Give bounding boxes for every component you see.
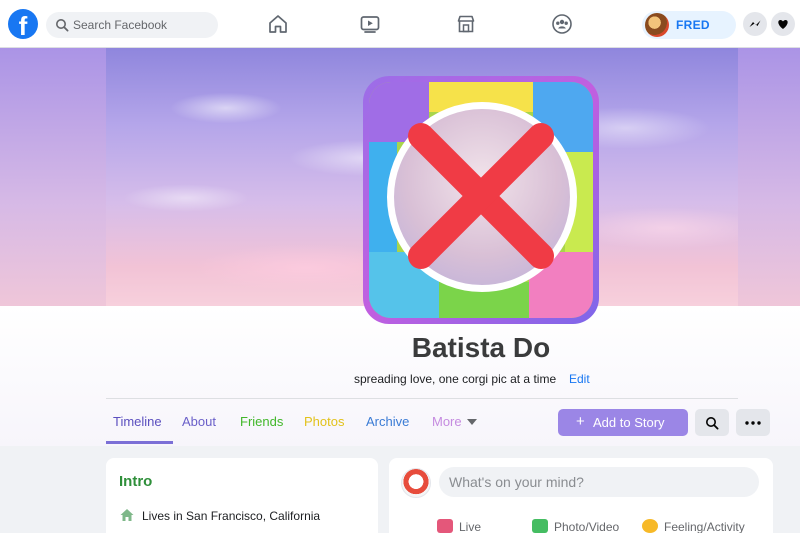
feeling-activity-label: Feeling/Activity [664,520,745,533]
search-input[interactable] [73,12,213,38]
profile-shortcut[interactable]: FRED [642,11,736,39]
tab-friends[interactable]: Friends [240,414,283,429]
avatar[interactable] [401,468,431,498]
profile-bio: spreading love, one corgi pic at a time [354,372,557,386]
add-to-story-button[interactable]: + Add to Story [558,409,688,436]
tab-timeline[interactable]: Timeline [113,414,162,429]
add-to-story-label: Add to Story [593,415,665,430]
profile-picture[interactable] [363,76,599,324]
plus-icon: + [576,413,585,430]
intro-card: Intro Lives in San Francisco, California [106,458,378,533]
divider [106,398,738,399]
watch-icon[interactable] [358,12,382,36]
close-x-icon [408,123,554,269]
home-icon[interactable] [266,12,290,36]
heart-icon [778,20,788,29]
tab-more[interactable]: More [432,414,462,429]
tab-about[interactable]: About [182,414,216,429]
edit-bio-link[interactable]: Edit [569,372,590,386]
intro-location: Lives in San Francisco, California [142,509,321,523]
more-options-button[interactable] [736,409,770,436]
facebook-logo[interactable]: f [8,9,38,39]
tab-archive[interactable]: Archive [366,414,409,429]
active-tab-indicator [106,441,173,444]
live-video-icon [437,519,453,533]
groups-icon[interactable] [550,12,574,36]
photo-icon [532,519,548,533]
avatar [645,13,669,37]
chevron-down-icon[interactable] [467,419,477,425]
cover-backdrop-left [0,48,106,306]
ellipsis-icon [745,421,761,425]
intro-title: Intro [119,473,153,490]
user-name: FRED [676,18,710,32]
profile-picture-tiles [369,82,593,318]
smiley-icon [642,519,658,533]
top-navigation-bar: f FRED [0,0,800,48]
search-box[interactable] [46,12,218,38]
marketplace-icon[interactable] [454,12,478,36]
search-icon [56,19,69,32]
notifications-button[interactable] [771,12,795,36]
cover-backdrop-right [738,48,800,306]
search-icon [706,417,719,430]
profile-name: Batista Do [411,332,551,363]
photo-video-label: Photo/Video [554,520,620,533]
tab-photos[interactable]: Photos [304,414,344,429]
messenger-button[interactable] [743,12,767,36]
post-input[interactable] [439,467,759,497]
home-icon [120,509,134,521]
live-label: Live [459,520,482,533]
messenger-icon [749,20,761,27]
profile-search-button[interactable] [695,409,729,436]
post-composer: Live Photo/Video Feeling/Activity [389,458,773,533]
